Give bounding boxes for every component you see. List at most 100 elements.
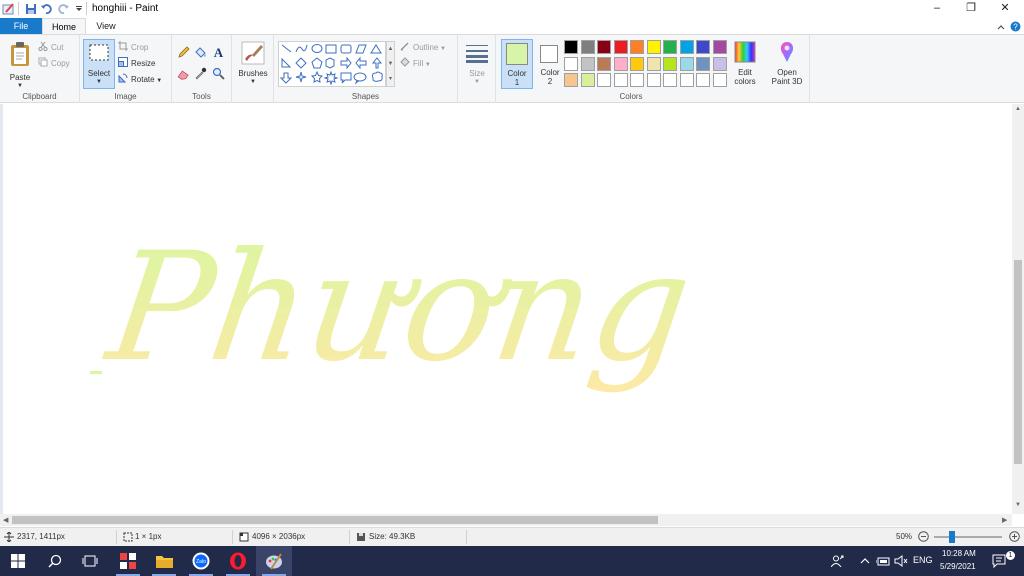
- palette-swatch[interactable]: [580, 56, 595, 71]
- cursor-position: 2317, 1411px: [17, 532, 65, 541]
- taskbar-paint[interactable]: [256, 546, 292, 576]
- horizontal-scrollbar[interactable]: ◀ ▶: [0, 514, 1012, 526]
- save-icon[interactable]: [24, 2, 38, 16]
- task-view-icon[interactable]: [82, 554, 98, 568]
- windows-taskbar: Zalo ENG 10:28 AM 5/29/2021 1: [0, 546, 1024, 576]
- palette-swatch[interactable]: [630, 40, 644, 54]
- help-icon[interactable]: ?: [1010, 21, 1021, 32]
- palette-swatch[interactable]: [712, 73, 727, 87]
- magnifier-icon[interactable]: [212, 67, 225, 80]
- palette-swatch[interactable]: [679, 40, 694, 54]
- crop-button[interactable]: Crop: [118, 41, 148, 55]
- tab-file[interactable]: File: [0, 18, 42, 35]
- zoom-out-icon[interactable]: [918, 531, 929, 542]
- fill-dropdown-icon: ▼: [423, 62, 431, 68]
- open-paint3d-button[interactable]: Open Paint 3D: [766, 39, 808, 89]
- brushes-button[interactable]: Brushes ▼: [236, 39, 270, 91]
- customize-toolbar-icon[interactable]: [72, 2, 86, 16]
- paste-button[interactable]: Paste ▼: [4, 39, 36, 91]
- shapes-scroll[interactable]: ▲ ▼ ▾: [386, 41, 395, 87]
- palette-swatch[interactable]: [663, 56, 677, 71]
- scroll-up-icon[interactable]: ▲: [1015, 106, 1021, 112]
- palette-swatch[interactable]: [646, 56, 661, 71]
- palette-swatch[interactable]: [696, 40, 710, 54]
- horizontal-scroll-thumb[interactable]: [12, 516, 658, 524]
- windows-start-icon[interactable]: [11, 554, 25, 568]
- resize-button[interactable]: Resize: [118, 57, 155, 71]
- palette-swatch[interactable]: [663, 73, 677, 87]
- minimize-button[interactable]: –: [920, 0, 954, 18]
- palette-swatch[interactable]: [564, 73, 578, 87]
- edit-colors-button[interactable]: Edit colors: [730, 39, 760, 89]
- copy-button[interactable]: Copy: [38, 57, 70, 71]
- fill-button[interactable]: Fill ▼: [400, 57, 431, 71]
- taskbar-zalo[interactable]: Zalo: [183, 546, 219, 576]
- palette-swatch[interactable]: [646, 73, 661, 87]
- palette-swatch[interactable]: [564, 40, 578, 54]
- select-button[interactable]: Select ▼: [83, 39, 115, 89]
- scroll-left-icon[interactable]: ◀: [3, 516, 8, 524]
- color-picker-icon[interactable]: [194, 67, 207, 80]
- palette-swatch[interactable]: [679, 73, 694, 87]
- palette-swatch[interactable]: [696, 73, 710, 87]
- input-language[interactable]: ENG: [913, 555, 933, 565]
- palette-swatch[interactable]: [597, 40, 611, 54]
- color1-button[interactable]: Color 1: [501, 39, 533, 89]
- fill-bucket-icon[interactable]: [194, 46, 207, 59]
- restore-button[interactable]: ❐: [954, 0, 988, 18]
- palette-swatch[interactable]: [597, 73, 611, 87]
- palette-swatch[interactable]: [630, 56, 644, 71]
- palette-swatch[interactable]: [613, 56, 628, 71]
- palette-swatch[interactable]: [580, 40, 595, 54]
- battery-icon[interactable]: [876, 555, 890, 567]
- size-group: Size ▼: [458, 35, 496, 103]
- taskbar-opera[interactable]: [220, 546, 256, 576]
- palette-swatch[interactable]: [630, 73, 644, 87]
- close-button[interactable]: ✕: [988, 0, 1022, 18]
- taskbar-app-gallery[interactable]: [110, 546, 146, 576]
- shapes-gallery-icons[interactable]: [279, 42, 385, 86]
- palette-swatch[interactable]: [564, 56, 578, 71]
- clock-date[interactable]: 5/29/2021: [940, 562, 976, 571]
- people-icon[interactable]: [831, 555, 844, 567]
- palette-swatch[interactable]: [696, 56, 710, 71]
- taskbar-file-explorer[interactable]: [146, 546, 182, 576]
- rotate-dropdown-icon: ▼: [154, 78, 163, 84]
- palette-swatch[interactable]: [712, 56, 727, 71]
- tab-home[interactable]: Home: [42, 18, 86, 35]
- status-bar: 2317, 1411px 1 × 1px 4096 × 2036px Size:…: [0, 527, 1024, 546]
- pencil-icon[interactable]: [177, 46, 190, 59]
- cut-button[interactable]: Cut: [38, 41, 63, 55]
- vertical-scrollbar[interactable]: ▲ ▼: [1012, 104, 1024, 514]
- zoom-slider-track[interactable]: [934, 536, 1002, 538]
- tab-view[interactable]: View: [86, 18, 126, 35]
- scroll-down-icon[interactable]: ▼: [1015, 502, 1021, 508]
- eraser-icon[interactable]: [177, 67, 190, 80]
- palette-swatch[interactable]: [663, 40, 677, 54]
- vertical-scroll-thumb[interactable]: [1014, 260, 1022, 464]
- zoom-slider-thumb[interactable]: [949, 531, 955, 543]
- drawing-canvas[interactable]: Phương: [0, 104, 1012, 514]
- size-button[interactable]: Size ▼: [462, 39, 492, 91]
- palette-swatch[interactable]: [613, 40, 628, 54]
- outline-button[interactable]: Outline ▼: [400, 41, 446, 55]
- color2-button[interactable]: Color 2: [534, 39, 566, 89]
- clock-time[interactable]: 10:28 AM: [942, 549, 976, 558]
- palette-swatch[interactable]: [712, 40, 727, 54]
- palette-swatch[interactable]: [613, 73, 628, 87]
- zoom-in-icon[interactable]: [1009, 531, 1020, 542]
- palette-swatch[interactable]: [580, 73, 595, 87]
- redo-icon[interactable]: [56, 2, 70, 16]
- palette-swatch[interactable]: [646, 40, 661, 54]
- minimize-ribbon-icon[interactable]: [996, 22, 1006, 32]
- notification-center-icon[interactable]: [992, 554, 1006, 568]
- show-hidden-icons-chevron-icon[interactable]: [860, 557, 870, 565]
- palette-swatch[interactable]: [597, 56, 611, 71]
- scroll-right-icon[interactable]: ▶: [1002, 516, 1007, 524]
- undo-icon[interactable]: [40, 2, 54, 16]
- text-tool-icon[interactable]: A: [212, 45, 225, 59]
- palette-swatch[interactable]: [679, 56, 694, 71]
- rotate-button[interactable]: Rotate ▼: [118, 73, 162, 87]
- volume-muted-icon[interactable]: [894, 555, 908, 567]
- search-icon[interactable]: [48, 554, 62, 568]
